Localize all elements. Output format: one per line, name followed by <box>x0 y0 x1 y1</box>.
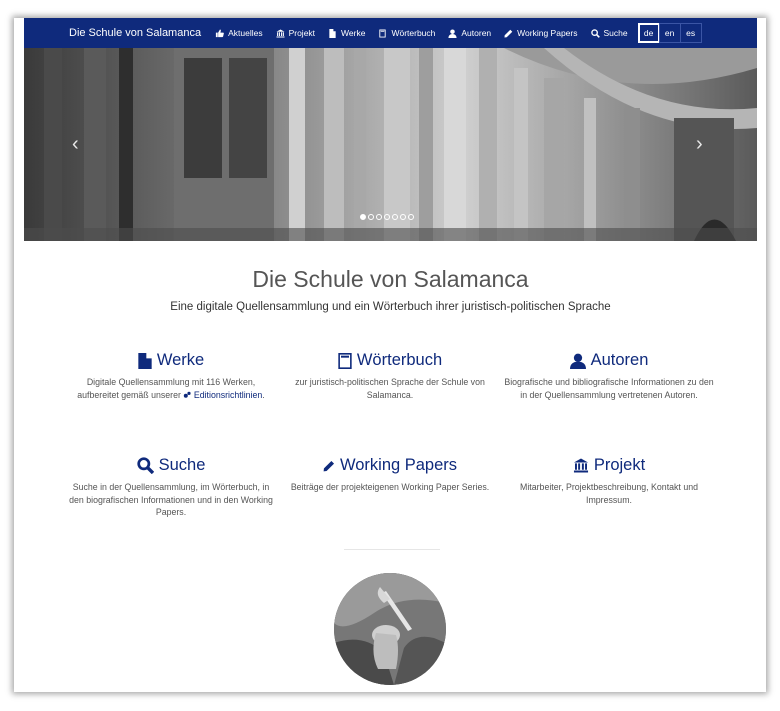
carousel-dot-6[interactable] <box>400 214 406 220</box>
nav-werke[interactable]: Werke <box>328 28 365 38</box>
page-subtitle: Eine digitale Quellensammlung und ein Wö… <box>170 301 611 313</box>
feature-suche: Suche Suche in der Quellensammlung, im W… <box>66 456 276 519</box>
carousel-dot-1[interactable] <box>360 214 366 220</box>
carousel-prev-button[interactable]: ‹ <box>72 134 79 154</box>
nav-working-papers[interactable]: Working Papers <box>504 28 578 38</box>
carousel-dot-5[interactable] <box>392 214 398 220</box>
thumbs-up-icon <box>215 28 224 37</box>
editionsrichtlinien-label: Editionsrichtlinien <box>193 389 263 400</box>
nav-projekt-label: Projekt <box>288 28 316 38</box>
nav-aktuelles[interactable]: Aktuelles <box>215 28 263 38</box>
feature-woerterbuch-title: Wörterbuch <box>356 351 443 369</box>
feature-working-papers: Working Papers Beiträge der projekteigen… <box>285 456 495 494</box>
feature-autoren-title: Autoren <box>590 351 649 369</box>
search-icon <box>136 457 154 474</box>
nav-aktuelles-label: Aktuelles <box>228 28 263 38</box>
nav-woerterbuch-label: Wörterbuch <box>391 28 436 38</box>
feature-suche-link[interactable]: Suche <box>66 456 276 475</box>
carousel-dot-3[interactable] <box>376 214 382 220</box>
lang-en[interactable]: en <box>658 23 681 43</box>
feature-autoren-desc: Biografische und bibliografische Informa… <box>504 377 714 400</box>
feature-autoren-link[interactable]: Autoren <box>504 351 714 370</box>
search-icon <box>590 28 600 38</box>
feature-working-papers-title: Working Papers <box>339 456 458 474</box>
quill-hand-engraving <box>334 573 446 685</box>
feature-suche-title: Suche <box>158 456 206 474</box>
cogs-icon <box>184 391 191 398</box>
feature-werke-desc-tail: . <box>262 389 265 400</box>
nav-autoren[interactable]: Autoren <box>448 28 491 38</box>
section-divider <box>344 549 440 550</box>
feature-werke: Werke Digitale Quellensammlung mit 116 W… <box>66 351 276 401</box>
carousel-slide-image <box>24 48 757 241</box>
browser-frame: Die Schule von Salamanca Aktuelles Proje… <box>14 18 766 692</box>
book-icon <box>379 28 387 38</box>
lang-es[interactable]: es <box>679 23 702 43</box>
book-icon <box>338 352 352 369</box>
feature-werke-title: Werke <box>156 351 205 369</box>
feature-woerterbuch-desc: zur juristisch-politischen Sprache der S… <box>295 377 485 400</box>
file-icon <box>329 28 336 38</box>
carousel-indicators <box>360 214 416 220</box>
feature-werke-link[interactable]: Werke <box>66 351 276 370</box>
nav-working-papers-label: Working Papers <box>517 28 578 38</box>
feature-woerterbuch: Wörterbuch zur juristisch-politischen Sp… <box>285 351 495 401</box>
editionsrichtlinien-link[interactable]: Editionsrichtlinien <box>183 390 262 400</box>
user-icon <box>448 28 457 38</box>
feature-autoren: Autoren Biografische und bibliografische… <box>504 351 714 401</box>
carousel-next-button[interactable]: › <box>696 134 703 154</box>
feature-projekt-title: Projekt <box>593 456 646 474</box>
feature-woerterbuch-link[interactable]: Wörterbuch <box>285 351 495 370</box>
feature-werke-desc: Digitale Quellensammlung mit 116 Werken,… <box>66 376 276 401</box>
nav-autoren-label: Autoren <box>461 28 492 38</box>
feature-working-papers-desc: Beiträge der projekteigenen Working Pape… <box>290 482 490 492</box>
carousel-dot-4[interactable] <box>384 214 390 220</box>
nav-werke-label: Werke <box>341 28 366 38</box>
top-navbar: Die Schule von Salamanca Aktuelles Proje… <box>24 18 757 48</box>
page: Die Schule von Salamanca Aktuelles Proje… <box>24 18 757 692</box>
feature-projekt-desc: Mitarbeiter, Projektbeschreibung, Kontak… <box>520 482 698 505</box>
feature-projekt-link[interactable]: Projekt <box>504 456 714 475</box>
nav-suche-label: Suche <box>603 28 628 38</box>
user-icon <box>569 353 586 369</box>
language-switcher: de en es <box>637 23 702 43</box>
image-carousel[interactable]: ‹ › <box>24 48 757 241</box>
institution-icon <box>573 458 588 473</box>
feature-suche-desc: Suche in der Quellensammlung, im Wörterb… <box>69 482 273 517</box>
pencil-icon <box>323 460 334 471</box>
feature-working-papers-link[interactable]: Working Papers <box>285 456 495 475</box>
brand-link[interactable]: Die Schule von Salamanca <box>69 27 201 39</box>
nav-woerterbuch[interactable]: Wörterbuch <box>378 28 435 38</box>
pencil-icon <box>504 29 513 38</box>
page-title: Die Schule von Salamanca <box>252 266 529 292</box>
carousel-dot-2[interactable] <box>368 214 374 220</box>
file-icon <box>138 352 152 369</box>
lang-de[interactable]: de <box>637 23 660 43</box>
nav-suche[interactable]: Suche <box>590 28 628 38</box>
nav-projekt[interactable]: Projekt <box>276 28 315 38</box>
portrait-image <box>334 573 446 685</box>
institution-icon <box>276 28 285 38</box>
carousel-dot-7[interactable] <box>408 214 414 220</box>
feature-projekt: Projekt Mitarbeiter, Projektbeschreibung… <box>504 456 714 506</box>
